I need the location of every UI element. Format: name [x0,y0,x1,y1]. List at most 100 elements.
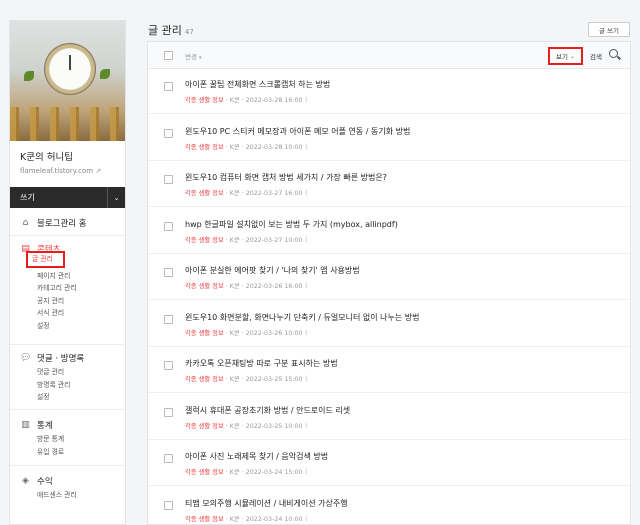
post-date: 2022-03-25 10:00 [245,422,303,430]
post-title[interactable]: 카카오톡 오픈채팅방 따로 구분 표시하는 방법 [185,358,338,369]
post-category[interactable]: 각종 생활 정보 [185,97,224,104]
search-icon[interactable] [609,49,618,58]
menu-head-revenue[interactable]: ◈ 수익 [20,475,77,487]
blog-cover-image[interactable] [10,21,125,141]
sidebar-item-categories[interactable]: 카테고리 관리 [37,282,77,295]
post-row[interactable]: 윈도우10 컴퓨터 화면 캡처 방법 세가지 / 가장 빠른 방법은? 각종 생활… [148,162,630,207]
post-author: K쿤 [229,329,240,337]
sidebar-item-comment-settings[interactable]: 설정 [37,391,84,404]
paperclip-icon: ⌇ [304,328,308,337]
post-title[interactable]: 아이폰 분실한 에어팟 찾기 / '나의 찾기' 앱 사용방법 [185,265,360,276]
post-row[interactable]: 아이폰 사진 노래제목 찾기 / 음악검색 방법각종 생활 정보 · K쿤 · … [148,441,630,486]
paperclip-icon: ⌇ [304,189,308,197]
paperclip-icon: ⌇ [304,514,308,523]
post-author: K쿤 [229,143,240,151]
post-title[interactable]: 윈도우10 PC 스티커 메모장과 아이폰 메모 어플 연동 / 동기화 방법 [185,126,410,137]
divider [10,235,125,236]
revenue-icon: ◈ [22,476,29,486]
post-checkbox[interactable] [164,268,173,277]
post-row[interactable]: 윈도우10 PC 스티커 메모장과 아이폰 메모 어플 연동 / 동기화 방법각… [148,116,630,161]
post-title[interactable]: hwp 한글파일 설치없이 보는 방법 두 가지 (mybox, allinpd… [185,219,398,230]
write-button[interactable]: 쓰기 ⌄ [10,187,125,208]
sidebar-item-notices[interactable]: 공지 관리 [37,295,77,308]
blog-url-text[interactable]: flameleaf.tistory.com [20,167,93,175]
sidebar-item-adsense[interactable]: 애드센스 관리 [37,489,77,502]
post-category[interactable]: 각종 생활 정보 [185,330,224,337]
post-row[interactable]: hwp 한글파일 설치없이 보는 방법 두 가지 (mybox, allinpd… [148,209,630,254]
post-title[interactable]: 윈도우10 화면분할, 화면나누기 단축키 / 듀얼모니터 없이 나누는 방법 [185,312,419,323]
blog-title[interactable]: K쿤의 허니팁 [20,149,73,163]
post-checkbox[interactable] [164,361,173,370]
post-category[interactable]: 각종 생활 정보 [185,237,224,244]
post-category[interactable]: 각종 생활 정보 [185,283,224,290]
post-checkbox[interactable] [164,454,173,463]
post-category[interactable]: 각종 생활 정보 [185,469,224,476]
select-all-checkbox[interactable] [164,51,173,60]
view-dropdown-button[interactable]: 보기 ⌄ [548,47,583,65]
post-checkbox[interactable] [164,500,173,510]
post-checkbox[interactable] [164,128,173,138]
external-link-icon[interactable]: ↗ [95,167,101,175]
post-title[interactable]: 아이폰 꿀팁 전체화면 스크롤캡처 하는 방법 [185,79,330,90]
write-label: 쓰기 [20,193,35,202]
post-category[interactable]: 각종 생활 정보 [185,376,224,383]
paperclip-icon: ⌇ [304,96,308,104]
paperclip-icon: ⌇ [304,421,308,430]
post-row[interactable]: 카카오톡 오픈채팅방 따로 구분 표시하는 방법각종 생활 정보 · K쿤 · … [148,348,630,393]
post-date: 2022-03-26 16:00 [245,283,303,290]
menu-home[interactable]: ⌂ 블로그관리 홈 [20,217,87,229]
menu-head-stats[interactable]: ▥ 통계 [20,419,64,431]
post-meta: 각종 생활 정보 · K쿤 · 2022-03-28 10:00 ⌇ [185,142,308,151]
post-row[interactable]: 윈도우10 화면분할, 화면나누기 단축키 / 듀얼모니터 없이 나누는 방법각… [148,302,630,347]
sidebar-item-posts-highlight[interactable]: 글 관리 [26,251,65,268]
post-meta: 각종 생활 정보 · K쿤 · 2022-03-25 15:00 ⌇ [185,374,308,383]
sidebar-item-referrers[interactable]: 유입 경로 [37,446,64,459]
post-author: K쿤 [229,376,240,383]
post-row[interactable]: 아이폰 분실한 에어팟 찾기 / '나의 찾기' 앱 사용방법 각종 생활 정보 … [148,255,630,300]
post-checkbox[interactable] [164,221,173,231]
post-meta: 각종 생활 정보 · K쿤 · 2022-03-27 16:00 ⌇ [185,188,308,197]
post-category[interactable]: 각종 생활 정보 [185,423,224,430]
chevron-down-icon: ▾ [199,55,202,61]
post-checkbox[interactable] [164,407,173,417]
post-title[interactable]: 갤럭시 휴대폰 공장초기화 방법 / 안드로이드 리셋 [185,405,350,416]
post-checkbox[interactable] [164,82,173,91]
divider [10,465,125,466]
post-checkbox[interactable] [164,175,173,184]
post-meta: 각종 생활 정보 · K쿤 · 2022-03-26 10:00 ⌇ [185,328,308,337]
write-post-button[interactable]: 글 쓰기 [588,22,630,37]
post-date: 2022-03-27 16:00 [245,190,303,197]
post-category[interactable]: 각종 생활 정보 [185,190,224,197]
page-title-text: 글 관리 [148,24,182,37]
change-dropdown[interactable]: 변경 ▾ [185,51,202,61]
post-title[interactable]: 티맵 모의주행 시뮬레이션 / 내비게이션 가상주행 [185,498,348,509]
search-button[interactable]: 검색 [590,51,602,61]
sidebar-item-templates[interactable]: 서식 관리 [37,307,77,320]
post-category[interactable]: 각종 생활 정보 [185,144,224,151]
post-checkbox[interactable] [164,314,173,324]
alarm-clock-image [44,43,96,95]
stats-icon: ▥ [21,420,30,430]
post-date: 2022-03-26 10:00 [245,329,303,337]
post-meta: 각종 생활 정보 · K쿤 · 2022-03-24 15:00 ⌇ [185,467,308,476]
sidebar-item-posts[interactable]: 글 관리 [32,254,53,265]
sidebar-item-guestbook[interactable]: 방명록 관리 [37,379,84,392]
menu-section-comments: 💬︎ 댓글 · 방명록 댓글 관리 방명록 관리 설정 [20,352,84,404]
sidebar-item-comments[interactable]: 댓글 관리 [37,366,84,379]
menu-home-label: 블로그관리 홈 [37,219,87,229]
post-title[interactable]: 윈도우10 컴퓨터 화면 캡처 방법 세가지 / 가장 빠른 방법은? [185,172,387,183]
post-title[interactable]: 아이폰 사진 노래제목 찾기 / 음악검색 방법 [185,451,328,462]
chevron-down-icon[interactable]: ⌄ [107,187,125,208]
menu-head-comments[interactable]: 💬︎ 댓글 · 방명록 [20,352,84,364]
post-row[interactable]: 갤럭시 휴대폰 공장초기화 방법 / 안드로이드 리셋각종 생활 정보 · K쿤… [148,395,630,440]
sidebar-item-content-settings[interactable]: 설정 [37,320,77,333]
sidebar-item-visits[interactable]: 방문 통계 [37,433,64,446]
post-meta: 각종 생활 정보 · K쿤 · 2022-03-25 10:00 ⌇ [185,421,308,430]
post-author: K쿤 [229,469,240,476]
blog-url[interactable]: flameleaf.tistory.com ↗ [20,167,101,175]
post-row[interactable]: 아이폰 꿀팁 전체화면 스크롤캡처 하는 방법 각종 생활 정보 · K쿤 · 2… [148,69,630,114]
view-label: 보기 [556,53,568,61]
sidebar-item-pages[interactable]: 페이지 관리 [37,270,77,283]
post-row[interactable]: 티맵 모의주행 시뮬레이션 / 내비게이션 가상주행 각종 생활 정보 · K쿤 … [148,488,630,525]
post-category[interactable]: 각종 생활 정보 [185,516,224,523]
